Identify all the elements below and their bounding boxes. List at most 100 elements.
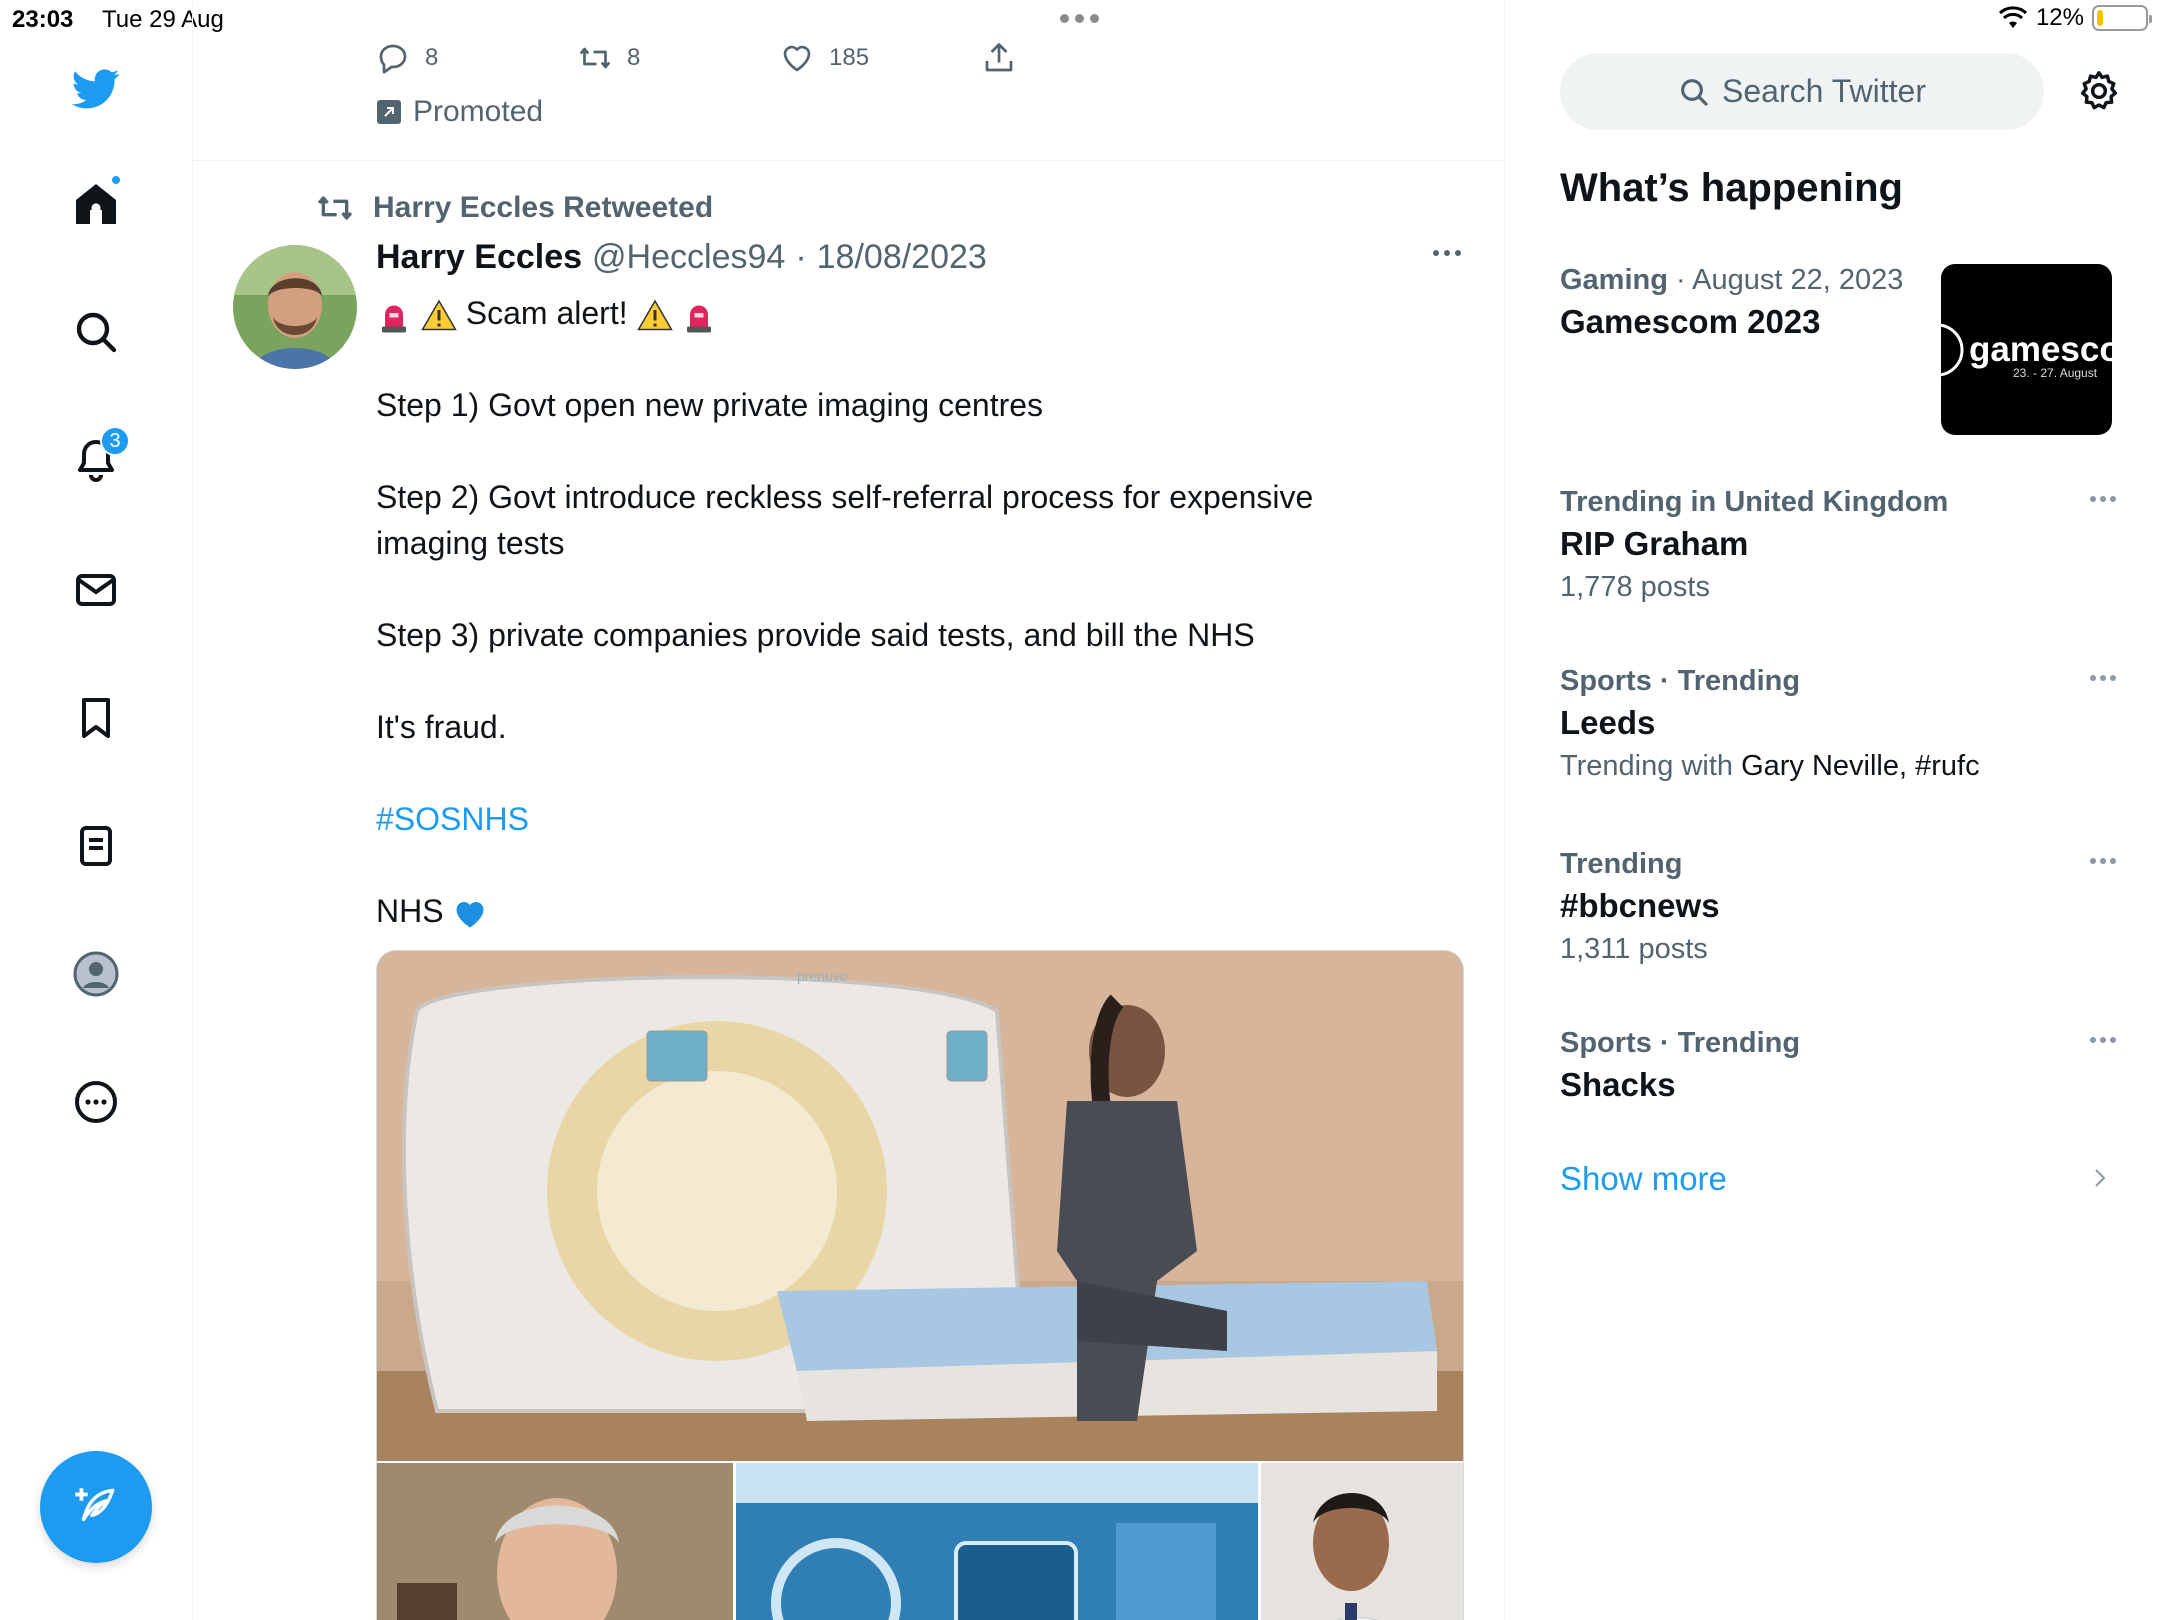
whats-happening-title: What’s happening: [1560, 166, 1903, 210]
status-right: 12%: [1998, 4, 2152, 32]
tweet-media-grid[interactable]: prenuvo: [376, 950, 1464, 1620]
tweet-step-1: Step 1) Govt open new private imaging ce…: [376, 387, 1044, 423]
show-more-link[interactable]: Show more: [1560, 1160, 1727, 1198]
trend-meta: Sports · Trending: [1560, 1027, 1801, 1059]
trend-more-icon[interactable]: [2090, 1037, 2116, 1043]
explore-search-icon[interactable]: [66, 302, 126, 362]
trend-title: Leeds: [1560, 704, 1656, 741]
tweet-date[interactable]: 18/08/2023: [817, 238, 987, 277]
trend-date: August 22, 2023: [1692, 264, 1904, 296]
trend-item-shacks[interactable]: Sports · Trending Shacks: [1560, 1027, 2120, 1104]
author-name[interactable]: Harry Eccles: [376, 238, 582, 277]
tweet-line-scam: Scam alert!: [376, 290, 1396, 336]
media-watermark: prenuvo: [797, 968, 848, 984]
trend-item-gamescom[interactable]: Gaming · August 22, 2023 Gamescom 2023: [1560, 264, 1920, 341]
share-button[interactable]: [981, 40, 1183, 76]
tweet-text: Scam alert! Step 1) Govt open new privat…: [376, 290, 1396, 980]
promoted-label: Promoted: [377, 95, 543, 129]
trend-title: RIP Graham: [1560, 525, 1749, 562]
gamescom-logo-arc-icon: [1941, 323, 1964, 377]
share-icon: [985, 43, 1013, 72]
media-image-politician-2[interactable]: [1261, 1463, 1464, 1620]
media-image-politician-1[interactable]: [377, 1463, 733, 1620]
promoted-text: Promoted: [413, 95, 544, 128]
battery-percent: 12%: [2035, 4, 2084, 31]
warning-emoji-icon: [421, 299, 457, 330]
notifications-bell-icon[interactable]: 3: [66, 426, 130, 490]
promoted-tweet-actions: 8 8 185: [375, 40, 1183, 76]
siren-emoji-icon: [687, 305, 712, 333]
scam-alert-text: Scam alert!: [465, 295, 628, 331]
home-icon[interactable]: [66, 174, 126, 234]
more-options-icon[interactable]: [66, 1072, 126, 1132]
heart-icon: [783, 45, 811, 72]
tweet-more-icon[interactable]: [1433, 250, 1461, 256]
media-image-mri-room[interactable]: prenuvo: [377, 951, 1464, 1461]
retweeted-by[interactable]: Harry Eccles Retweeted: [315, 188, 713, 228]
lists-icon[interactable]: [66, 816, 126, 876]
gamescom-thumbnail[interactable]: gamesco 23. - 27. August: [1941, 264, 2112, 435]
retweet-button[interactable]: 8: [577, 40, 779, 76]
tweet-nhs-line: NHS: [376, 888, 1396, 934]
retweet-count: 8: [627, 44, 641, 71]
trend-meta: Gaming · August 22, 2023: [1560, 264, 1904, 296]
like-count: 185: [829, 44, 870, 71]
tweet-divider: [193, 160, 1504, 161]
media-image-scanner-blue[interactable]: [736, 1463, 1258, 1620]
reply-button[interactable]: 8: [375, 40, 577, 76]
trend-item-rip-graham[interactable]: Trending in United Kingdom RIP Graham 1,…: [1560, 486, 2120, 604]
header-separator: ·: [795, 238, 807, 276]
notifications-badge: 3: [100, 426, 130, 456]
twitter-logo-icon[interactable]: [66, 58, 126, 118]
siren-emoji-icon: [382, 305, 406, 333]
trend-category: Gaming: [1560, 264, 1668, 296]
tweet-step-3: Step 3) private companies provide said t…: [376, 617, 1255, 653]
battery-icon: [2092, 5, 2152, 31]
timeline: 8 8 185 Promoted Harry Eccles Retweeted: [193, 0, 1505, 1620]
reply-count: 8: [425, 44, 439, 71]
thumbnail-subtext: 23. - 27. August: [2013, 366, 2098, 380]
trend-item-bbcnews[interactable]: Trending #bbcnews 1,311 posts: [1560, 848, 2120, 966]
trend-item-leeds[interactable]: Sports · Trending Leeds Trending with Ga…: [1560, 665, 2120, 783]
retweeted-by-text: Harry Eccles Retweeted: [373, 191, 714, 224]
search-icon: [1681, 78, 1708, 106]
trend-title: Gamescom 2023: [1560, 303, 1821, 340]
author-handle[interactable]: @Heccles94: [592, 238, 785, 277]
messages-envelope-icon[interactable]: [66, 560, 126, 620]
home-unread-dot: [110, 174, 122, 186]
warning-emoji-icon: [636, 299, 673, 330]
trend-related: Trending with Gary Neville, #rufc: [1560, 750, 2120, 783]
compose-tweet-button[interactable]: [40, 1451, 152, 1563]
tweet-header: Harry Eccles @Heccles94 · 18/08/2023: [376, 238, 987, 277]
retweet-icon: [317, 196, 353, 220]
trend-related-names[interactable]: Gary Neville, #rufc: [1741, 750, 1980, 782]
settings-gear-icon[interactable]: [2076, 68, 2122, 114]
trend-post-count: 1,778 posts: [1560, 571, 1710, 603]
blue-heart-emoji-icon: [456, 901, 484, 928]
reply-icon: [379, 44, 407, 74]
chevron-right-icon[interactable]: [2088, 1166, 2112, 1190]
trend-more-icon[interactable]: [2090, 858, 2116, 864]
trend-more-icon[interactable]: [2090, 496, 2116, 502]
trend-more-icon[interactable]: [2090, 675, 2116, 681]
retweet-icon: [579, 47, 611, 69]
trend-meta: Trending in United Kingdom: [1560, 486, 1949, 518]
author-avatar[interactable]: [233, 245, 357, 369]
trend-related-prefix: Trending with: [1560, 750, 1734, 782]
tweet-fraud-line: It's fraud.: [376, 709, 507, 745]
trend-title: Shacks: [1560, 1066, 1676, 1103]
search-placeholder: Search Twitter: [1722, 73, 1926, 109]
like-button[interactable]: 185: [779, 40, 981, 76]
profile-avatar-icon[interactable]: [66, 944, 126, 1004]
thumbnail-text: gamesco: [1969, 330, 2112, 369]
trend-meta: Sports · Trending: [1560, 665, 1801, 697]
trend-meta: Trending: [1560, 848, 1683, 880]
nhs-text: NHS: [376, 893, 444, 929]
hashtag-link[interactable]: #SOSNHS: [376, 801, 529, 837]
left-nav: 3: [0, 0, 193, 1620]
wifi-icon: [1998, 6, 2027, 28]
trend-post-count: 1,311 posts: [1560, 933, 1708, 965]
promoted-arrow-icon: [377, 100, 401, 124]
bookmarks-icon[interactable]: [66, 688, 126, 748]
search-bar[interactable]: Search Twitter: [1560, 53, 2044, 130]
